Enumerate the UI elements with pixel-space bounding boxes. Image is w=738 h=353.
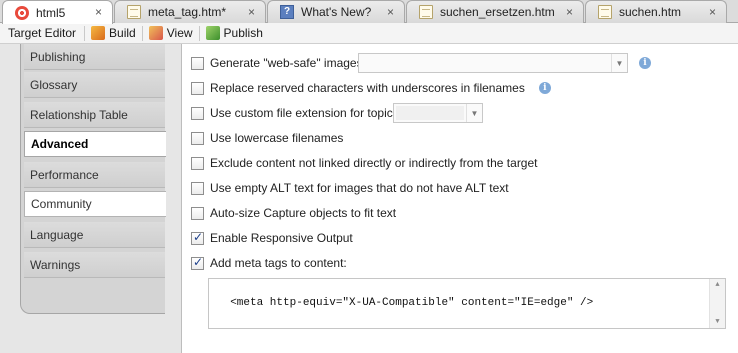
custom-extension-checkbox[interactable] <box>191 106 204 120</box>
vertical-scrollbar[interactable]: ▲ ▼ <box>709 279 725 328</box>
tab-label: What's New? <box>301 5 372 19</box>
editor-title: Target Editor <box>8 26 77 40</box>
sidebar-item-label: Performance <box>30 167 99 182</box>
sidebar-item-label: Relationship Table <box>30 107 128 122</box>
meta-tags-checkbox[interactable] <box>191 255 204 270</box>
info-icon[interactable]: i <box>538 82 551 94</box>
tab-whats-new[interactable]: ? What's New? × <box>267 0 405 23</box>
generate-web-safe-checkbox[interactable] <box>191 56 204 70</box>
toolbar-separator <box>141 25 143 41</box>
file-extension-dropdown[interactable]: ▼ <box>393 103 483 123</box>
sidebar-item-label: Community <box>31 197 92 211</box>
sidebar-item-warnings[interactable]: Warnings <box>24 252 165 278</box>
sidebar-item-publishing[interactable]: Publishing <box>24 44 165 70</box>
meta-tags-textarea[interactable]: <meta http-equiv="X-UA-Compatible" conte… <box>208 278 726 329</box>
view-label: View <box>166 26 193 40</box>
target-icon <box>15 5 29 20</box>
sidebar-item-language[interactable]: Language <box>24 222 165 248</box>
document-icon <box>127 5 141 19</box>
option-label: Use empty ALT text for images that do no… <box>210 181 509 195</box>
document-icon <box>598 5 612 19</box>
close-icon[interactable]: × <box>248 6 255 18</box>
tab-meta-tag[interactable]: meta_tag.htm* × <box>114 0 266 23</box>
publish-button[interactable]: Publish <box>202 26 267 40</box>
option-label: Exclude content not linked directly or i… <box>210 156 538 170</box>
lowercase-filenames-checkbox[interactable] <box>191 131 204 145</box>
option-custom-extension: Use custom file extension for topics <box>191 105 399 121</box>
publish-icon <box>205 26 220 40</box>
option-label: Use custom file extension for topics <box>210 106 399 120</box>
option-responsive-output: Enable Responsive Output <box>191 230 353 246</box>
close-icon[interactable]: × <box>387 6 394 18</box>
tab-label: suchen_ersetzen.htm <box>440 5 555 19</box>
help-icon: ? <box>280 5 294 19</box>
toolbar-separator <box>84 25 86 41</box>
tab-label: meta_tag.htm* <box>148 5 227 19</box>
sidebar-item-label: Publishing <box>30 49 86 64</box>
option-label: Use lowercase filenames <box>210 131 344 145</box>
info-icon[interactable]: i <box>639 57 651 69</box>
file-extension-value <box>396 106 464 120</box>
meta-tags-text: <meta http-equiv="X-UA-Compatible" conte… <box>230 297 594 309</box>
close-icon[interactable]: × <box>95 6 102 18</box>
sidebar-item-community[interactable]: Community <box>24 191 166 217</box>
chevron-down-icon: ▼ <box>466 104 482 122</box>
option-lowercase-filenames: Use lowercase filenames <box>191 130 343 146</box>
option-autosize-capture: Auto-size Capture objects to fit text <box>191 205 396 221</box>
publish-label: Publish <box>223 26 263 40</box>
scroll-up-icon[interactable]: ▲ <box>710 279 725 291</box>
sidebar-item-label: Advanced <box>31 137 89 151</box>
scroll-down-icon[interactable]: ▼ <box>710 316 725 328</box>
web-safe-format-dropdown[interactable]: ▼ <box>358 53 628 73</box>
option-label: Enable Responsive Output <box>210 231 353 245</box>
option-meta-tags: Add meta tags to content: <box>191 255 347 271</box>
sidebar-item-performance[interactable]: Performance <box>24 162 165 188</box>
replace-reserved-checkbox[interactable] <box>191 81 204 95</box>
exclude-unlinked-checkbox[interactable] <box>191 156 204 170</box>
sidebar-item-label: Glossary <box>30 77 78 92</box>
view-icon <box>148 26 163 40</box>
sidebar-item-label: Warnings <box>30 257 81 272</box>
document-tab-strip: html5 × meta_tag.htm* × ? What's New? × … <box>0 0 738 24</box>
option-label: Add meta tags to content: <box>210 256 347 270</box>
empty-alt-checkbox[interactable] <box>191 181 204 195</box>
close-icon[interactable]: × <box>566 6 573 18</box>
autosize-capture-checkbox[interactable] <box>191 206 204 220</box>
build-button[interactable]: Build <box>87 26 140 40</box>
toolbar-separator <box>198 25 200 41</box>
option-label: Generate "web-safe" images <box>210 56 363 70</box>
option-empty-alt: Use empty ALT text for images that do no… <box>191 180 509 196</box>
tab-label: suchen.htm <box>619 5 682 19</box>
sidebar-item-relationship-table[interactable]: Relationship Table <box>24 102 165 128</box>
tab-suchen-ersetzen[interactable]: suchen_ersetzen.htm × <box>406 0 584 23</box>
document-icon <box>419 5 433 19</box>
chevron-down-icon: ▼ <box>611 54 627 72</box>
sidebar-item-advanced[interactable]: Advanced <box>24 131 166 157</box>
option-label: Auto-size Capture objects to fit text <box>210 206 397 220</box>
editor-toolbar: Target Editor Build View Publish <box>0 23 738 44</box>
close-icon[interactable]: × <box>709 6 716 18</box>
view-button[interactable]: View <box>145 26 197 40</box>
sidebar-item-glossary[interactable]: Glossary <box>24 72 165 98</box>
option-exclude-unlinked: Exclude content not linked directly or i… <box>191 155 538 171</box>
sidebar-item-label: Language <box>30 227 84 242</box>
build-label: Build <box>109 26 136 40</box>
tab-suchen[interactable]: suchen.htm × <box>585 0 727 23</box>
build-icon <box>91 26 106 40</box>
option-label: Replace reserved characters with undersc… <box>210 81 525 95</box>
tab-html5[interactable]: html5 × <box>2 0 113 24</box>
option-generate-web-safe: Generate "web-safe" images <box>191 55 363 71</box>
option-replace-reserved: Replace reserved characters with undersc… <box>191 80 551 96</box>
responsive-output-checkbox[interactable] <box>191 230 204 245</box>
tab-label: html5 <box>36 5 66 20</box>
content-divider <box>181 44 182 353</box>
